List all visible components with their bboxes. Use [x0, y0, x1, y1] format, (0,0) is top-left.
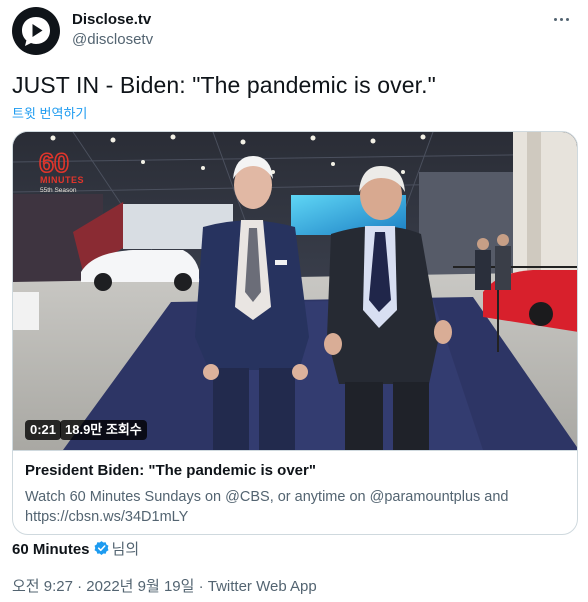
source-name[interactable]: 60 Minutes: [12, 541, 90, 558]
link-card[interactable]: 60 MINUTES 55th Season 0:21 18.9만 조회수 Pr…: [12, 131, 578, 535]
video-views-badge: 18.9만 조회수: [60, 420, 147, 440]
play-bubble-icon: [22, 17, 50, 46]
tweet-timestamp[interactable]: 오전 9:27 · 2022년 9월 19일 · Twitter Web App: [12, 575, 317, 596]
watermark-season: 55th Season: [40, 187, 77, 194]
tweet-text: JUST IN - Biden: "The pandemic is over.": [12, 72, 436, 98]
tweet-header: Disclose.tv @disclosetv: [12, 7, 576, 57]
more-dot-icon: [560, 18, 563, 21]
avatar[interactable]: [12, 7, 60, 55]
card-description: Watch 60 Minutes Sundays on @CBS, or any…: [25, 489, 509, 525]
video-frame: 60 MINUTES 55th Season: [13, 132, 577, 450]
card-title: President Biden: "The pandemic is over": [25, 462, 316, 479]
verified-badge-icon: [94, 541, 108, 555]
more-options-button[interactable]: [552, 9, 572, 29]
source-attribution: 60 Minutes 님의: [12, 538, 139, 558]
watermark-word: MINUTES: [40, 175, 84, 185]
watermark-number: 60: [39, 148, 69, 178]
video-player[interactable]: 60 MINUTES 55th Season 0:21 18.9만 조회수: [13, 132, 577, 450]
more-dot-icon: [566, 18, 569, 21]
card-info[interactable]: President Biden: "The pandemic is over" …: [13, 450, 577, 534]
translate-tweet-link[interactable]: 트윗 번역하기: [12, 103, 87, 122]
video-duration-badge: 0:21: [25, 420, 62, 440]
author-handle[interactable]: @disclosetv: [72, 31, 153, 48]
more-dot-icon: [554, 18, 557, 21]
author-display-name[interactable]: Disclose.tv: [72, 11, 151, 28]
source-suffix: 님의: [111, 541, 140, 558]
